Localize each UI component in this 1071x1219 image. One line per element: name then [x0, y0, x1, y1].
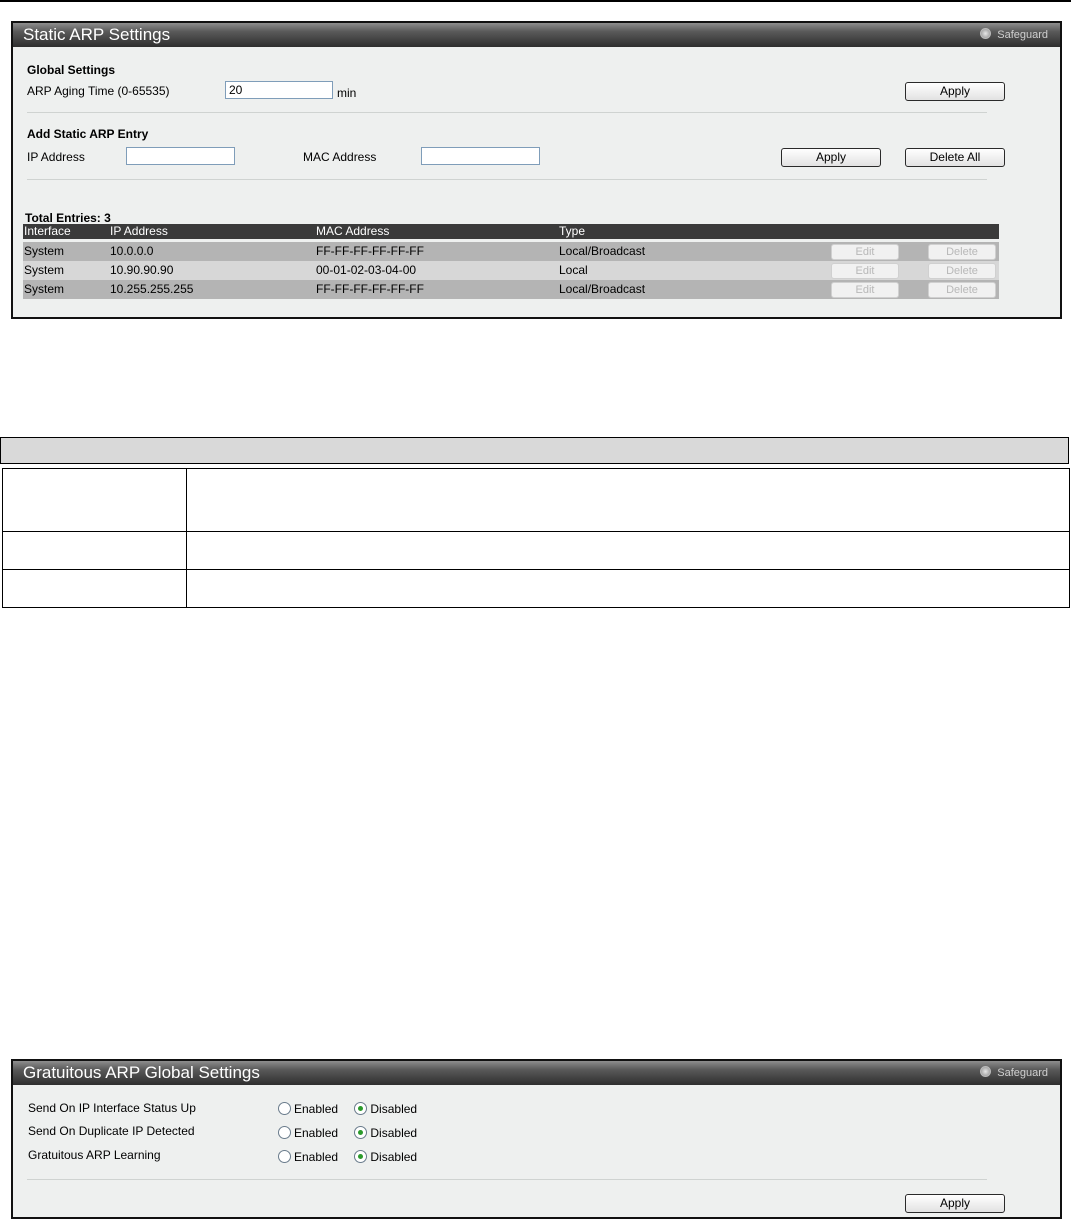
enabled-label: Enabled	[294, 1150, 339, 1164]
mac-address-input[interactable]	[421, 147, 540, 165]
enabled-option[interactable]: Enabled	[278, 1149, 338, 1165]
section-divider	[27, 179, 987, 180]
radio-group: Enabled Disabled	[278, 1149, 417, 1165]
global-apply-button[interactable]: Apply	[905, 82, 1005, 101]
safeguard-icon	[980, 1066, 992, 1077]
disabled-option[interactable]: Disabled	[354, 1125, 417, 1141]
cell-mac: FF-FF-FF-FF-FF-FF	[316, 282, 424, 296]
mac-address-label: MAC Address	[303, 150, 377, 164]
aging-time-input[interactable]	[225, 81, 333, 99]
disabled-option[interactable]: Disabled	[354, 1149, 417, 1165]
disabled-label: Disabled	[370, 1102, 418, 1116]
table-row: System 10.0.0.0 FF-FF-FF-FF-FF-FF Local/…	[23, 242, 999, 261]
enabled-option[interactable]: Enabled	[278, 1101, 338, 1117]
description-parameter-cell	[2, 468, 187, 532]
description-row	[2, 531, 1070, 570]
total-entries: Total Entries: 3	[25, 211, 111, 225]
column-header-interface: Interface	[24, 224, 71, 238]
cell-type: Local/Broadcast	[559, 244, 646, 258]
description-table	[2, 468, 1070, 608]
cell-ip: 10.90.90.90	[110, 263, 174, 277]
description-parameter-cell	[2, 569, 187, 608]
cell-interface: System	[24, 244, 65, 258]
column-header-mac: MAC Address	[316, 224, 390, 238]
table-row: System 10.90.90.90 00-01-02-03-04-00 Loc…	[23, 261, 999, 280]
cell-ip: 10.0.0.0	[110, 244, 154, 258]
radio-disabled[interactable]	[354, 1102, 368, 1115]
add-entry-apply-button[interactable]: Apply	[781, 148, 881, 167]
cell-type: Local/Broadcast	[559, 282, 646, 296]
edit-button[interactable]: Edit	[831, 263, 899, 279]
cell-interface: System	[24, 282, 65, 296]
radio-enabled[interactable]	[278, 1126, 291, 1139]
panel-title: Static ARP Settings	[23, 25, 171, 44]
cell-mac: FF-FF-FF-FF-FF-FF	[316, 244, 424, 258]
enabled-label: Enabled	[294, 1102, 339, 1116]
gratuitous-arp-panel: Gratuitous ARP Global Settings Safeguard…	[11, 1059, 1062, 1219]
disabled-label: Disabled	[370, 1126, 418, 1140]
edit-button[interactable]: Edit	[831, 244, 899, 260]
radio-group: Enabled Disabled	[278, 1125, 417, 1141]
safeguard-indicator: Safeguard	[980, 27, 1048, 43]
radio-disabled[interactable]	[354, 1126, 368, 1139]
delete-button[interactable]: Delete	[928, 282, 996, 298]
cell-ip: 10.255.255.255	[110, 282, 194, 296]
description-text-cell	[186, 468, 1070, 532]
cell-mac: 00-01-02-03-04-00	[316, 263, 417, 277]
panel-title-bar: Gratuitous ARP Global Settings Safeguard	[13, 1061, 1060, 1085]
radio-enabled[interactable]	[278, 1102, 291, 1115]
description-parameter-cell	[2, 531, 187, 570]
setting-label: Send On Duplicate IP Detected	[28, 1124, 195, 1138]
description-table-header	[0, 437, 1069, 464]
safeguard-icon	[980, 28, 992, 39]
table-row: System 10.255.255.255 FF-FF-FF-FF-FF-FF …	[23, 280, 999, 299]
setting-label: Gratuitous ARP Learning	[28, 1148, 161, 1162]
radio-group: Enabled Disabled	[278, 1101, 417, 1117]
panel-title: Gratuitous ARP Global Settings	[23, 1063, 260, 1082]
delete-button[interactable]: Delete	[928, 244, 996, 260]
column-header-ip: IP Address	[110, 224, 168, 238]
section-divider	[27, 112, 987, 113]
global-settings-heading: Global Settings	[27, 63, 116, 77]
safeguard-label: Safeguard	[997, 1067, 1048, 1079]
edit-button[interactable]: Edit	[831, 282, 899, 298]
description-text-cell	[186, 569, 1070, 608]
setting-label: Send On IP Interface Status Up	[28, 1101, 196, 1115]
safeguard-indicator: Safeguard	[980, 1065, 1048, 1081]
top-rule	[0, 0, 1071, 2]
disabled-label: Disabled	[370, 1150, 418, 1164]
add-entry-heading: Add Static ARP Entry	[27, 127, 149, 141]
description-row	[2, 569, 1070, 608]
gratuitous-apply-button[interactable]: Apply	[905, 1194, 1005, 1213]
aging-time-label: ARP Aging Time (0-65535)	[27, 84, 170, 98]
delete-all-button[interactable]: Delete All	[905, 148, 1005, 167]
ip-address-label: IP Address	[27, 150, 85, 164]
radio-enabled[interactable]	[278, 1150, 291, 1163]
description-text-cell	[186, 531, 1070, 570]
enabled-option[interactable]: Enabled	[278, 1125, 338, 1141]
section-divider	[27, 1179, 987, 1180]
cell-type: Local	[559, 263, 588, 277]
disabled-option[interactable]: Disabled	[354, 1101, 417, 1117]
panel-title-bar: Static ARP Settings Safeguard	[13, 23, 1060, 47]
column-header-type: Type	[559, 224, 586, 238]
arp-table-header: Interface IP Address MAC Address Type	[23, 224, 999, 239]
radio-disabled[interactable]	[354, 1150, 368, 1163]
cell-interface: System	[24, 263, 65, 277]
ip-address-input[interactable]	[126, 147, 235, 165]
aging-time-unit: min	[337, 86, 357, 100]
description-row	[2, 468, 1070, 532]
safeguard-label: Safeguard	[997, 29, 1048, 41]
delete-button[interactable]: Delete	[928, 263, 996, 279]
enabled-label: Enabled	[294, 1126, 339, 1140]
